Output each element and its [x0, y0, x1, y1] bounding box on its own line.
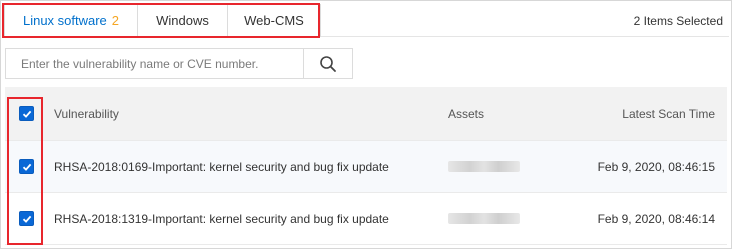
row-checkbox[interactable] [19, 159, 34, 174]
search-button[interactable] [303, 49, 352, 78]
tab-web-cms[interactable]: Web-CMS [228, 4, 321, 37]
table-row[interactable]: RHSA-2018:1319-Important: kernel securit… [5, 193, 727, 245]
tab-web-cms-label: Web-CMS [244, 13, 304, 28]
assets-redacted [448, 161, 520, 172]
search-icon [320, 55, 336, 72]
tab-linux-software-label: Linux software [22, 13, 107, 28]
vulnerability-name[interactable]: RHSA-2018:0169-Important: kernel securit… [54, 141, 389, 192]
header-latest-scan-time: Latest Scan Time [622, 106, 715, 121]
header-vulnerability: Vulnerability [54, 106, 119, 121]
vulnerability-name[interactable]: RHSA-2018:1319-Important: kernel securit… [54, 193, 389, 244]
scan-time: Feb 9, 2020, 08:46:15 [597, 159, 715, 174]
header-assets: Assets [448, 106, 485, 121]
selected-count: 2 Items Selected [633, 14, 723, 28]
table-row[interactable]: RHSA-2018:0169-Important: kernel securit… [5, 141, 727, 193]
select-all-checkbox[interactable] [19, 106, 34, 121]
table-header-row: Vulnerability Assets Latest Scan Time [5, 87, 727, 141]
checkmark-icon [22, 215, 31, 223]
tab-bar: Linux software 2 Windows Web-CMS [4, 4, 321, 37]
search-input[interactable] [6, 49, 303, 78]
checkmark-icon [22, 110, 31, 118]
vulnerability-panel: Linux software 2 Windows Web-CMS 2 Items… [0, 0, 732, 249]
vulnerability-table: Vulnerability Assets Latest Scan Time RH… [5, 87, 727, 245]
tab-linux-software[interactable]: Linux software 2 [4, 4, 138, 37]
tab-divider [321, 36, 729, 37]
search-box [5, 48, 353, 79]
row-checkbox[interactable] [19, 211, 34, 226]
assets-redacted [448, 213, 520, 224]
scan-time: Feb 9, 2020, 08:46:14 [597, 211, 715, 226]
tab-linux-software-count: 2 [111, 13, 120, 28]
tab-windows-label: Windows [156, 13, 209, 28]
tab-windows[interactable]: Windows [138, 4, 228, 37]
checkmark-icon [22, 163, 31, 171]
